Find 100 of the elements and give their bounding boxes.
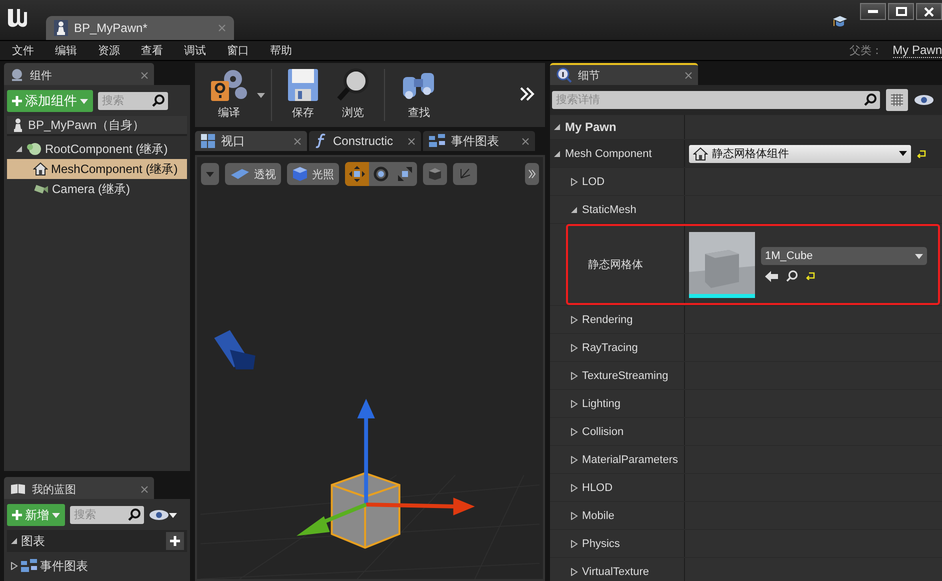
expander-icon[interactable] [10,562,18,570]
parent-class-link[interactable]: My Pawn [892,43,942,58]
caret-icon [52,512,60,518]
close-icon[interactable] [141,72,148,78]
expander-icon[interactable] [570,568,578,576]
expander-icon[interactable] [10,537,18,545]
property-group-label: VirtualTexture [582,566,650,578]
document-title: BP_MyPawn* [74,21,148,35]
menu-item[interactable]: 窗口 [227,43,249,58]
view-mode-button[interactable]: 光照 [287,163,339,185]
expander-icon[interactable] [570,456,578,464]
property-group-label: Mobile [582,510,614,522]
editor-tab[interactable]: Constructic [309,131,421,151]
panel-tab[interactable]: 我的蓝图 [4,477,154,499]
expander-icon[interactable] [570,372,578,380]
graph-item[interactable]: 事件图表 [7,556,187,576]
expander-icon[interactable] [570,512,578,520]
caret-icon [257,92,265,98]
toolbar-button[interactable]: 编译 [201,65,257,125]
pawn-icon [54,20,68,36]
tree-item[interactable]: MeshComponent (继承) [7,159,187,179]
camera-speed-button[interactable] [453,163,477,185]
tree-item[interactable]: RootComponent (继承) [7,139,187,159]
component-class-dropdown[interactable]: 静态网格体组件 [689,144,911,162]
close-icon[interactable] [685,72,692,78]
close-button[interactable] [916,3,942,20]
move-arrows-icon [348,165,366,183]
section-header[interactable]: 图表 [7,530,187,552]
expander-icon[interactable] [570,428,578,436]
reset-icon[interactable] [917,150,926,158]
caret-icon [206,172,214,176]
search-field[interactable]: 搜索 [98,92,168,110]
reset-icon[interactable] [806,272,815,280]
close-icon[interactable] [294,138,301,144]
plus-icon [12,510,22,520]
camera-drawing [214,330,256,370]
toolbar-button[interactable]: 浏览 [328,65,378,125]
minimize-button[interactable] [860,3,886,20]
property-group-label: TextureStreaming [582,370,668,382]
expander-icon[interactable] [553,123,561,131]
panel-tab[interactable]: 组件 [4,63,154,85]
tree-item-label: Camera (继承) [52,180,130,198]
expander-icon[interactable] [570,206,578,214]
expander-icon[interactable] [570,400,578,408]
expander-icon[interactable] [570,344,578,352]
search-icon[interactable] [786,270,798,282]
component-icon [10,68,24,82]
expander-icon[interactable] [553,150,561,158]
close-icon[interactable] [141,486,148,492]
close-icon[interactable] [408,138,415,144]
expander-icon[interactable] [570,540,578,548]
tree-item[interactable]: BP_MyPawn（自身） [7,116,187,136]
cube-view-button[interactable] [423,163,447,185]
close-icon [924,6,934,16]
eye-icon [914,94,934,106]
asset-dropdown[interactable]: 1M_Cube [761,247,927,265]
search-field[interactable]: 搜索详情 [552,91,880,109]
expander-icon[interactable] [570,178,578,186]
view-mode-button[interactable]: 透视 [225,163,281,185]
expander-icon[interactable] [570,316,578,324]
maximize-button[interactable] [888,3,914,20]
tree-item[interactable]: Camera (继承) [7,179,187,199]
sphere-icon [26,142,42,156]
property-group-label: HLOD [582,482,613,494]
caret-icon [169,512,177,518]
menu-item[interactable]: 文件 [12,43,34,58]
editor-tab[interactable]: 视口 [195,131,307,151]
editor-tab[interactable]: 事件图表 [423,131,535,151]
component-header[interactable]: Mesh Component [550,140,685,167]
add-button[interactable] [166,532,184,550]
toolbar-button[interactable]: 保存 [278,65,328,125]
menu-item[interactable]: 帮助 [270,43,292,58]
view-options-button[interactable] [886,89,908,111]
house-icon [33,162,48,176]
more-button[interactable] [525,163,539,185]
expander-icon[interactable] [15,145,23,153]
cube-icon [292,166,308,182]
chevrons-icon [519,86,535,100]
arrow-left-icon[interactable] [765,270,778,282]
viewport-menu-button[interactable] [201,163,219,185]
property-group-label: Rendering [582,314,633,326]
search-field[interactable]: 搜索 [70,506,144,524]
menu-item[interactable]: 调试 [184,43,206,58]
viewport[interactable]: 透视 光照 [195,155,545,581]
menu-item[interactable]: 查看 [141,43,163,58]
visibility-button[interactable] [149,509,177,521]
graph-icon [429,134,445,148]
close-icon[interactable] [522,138,529,144]
panel-tab[interactable]: 细节 [550,63,698,85]
document-tab[interactable]: BP_MyPawn* [46,16,234,40]
tree-item-label: MeshComponent (继承) [51,160,178,178]
transform-tool-button[interactable] [345,162,369,186]
search-icon [152,94,165,107]
expander-icon[interactable] [570,484,578,492]
logo-icon [6,6,28,28]
menu-item[interactable]: 编辑 [55,43,77,58]
property-group-label: RayTracing [582,342,638,354]
menu-item[interactable]: 资源 [98,43,120,58]
visibility-button[interactable] [914,94,934,106]
toolbar-button[interactable]: 查找 [391,65,447,125]
